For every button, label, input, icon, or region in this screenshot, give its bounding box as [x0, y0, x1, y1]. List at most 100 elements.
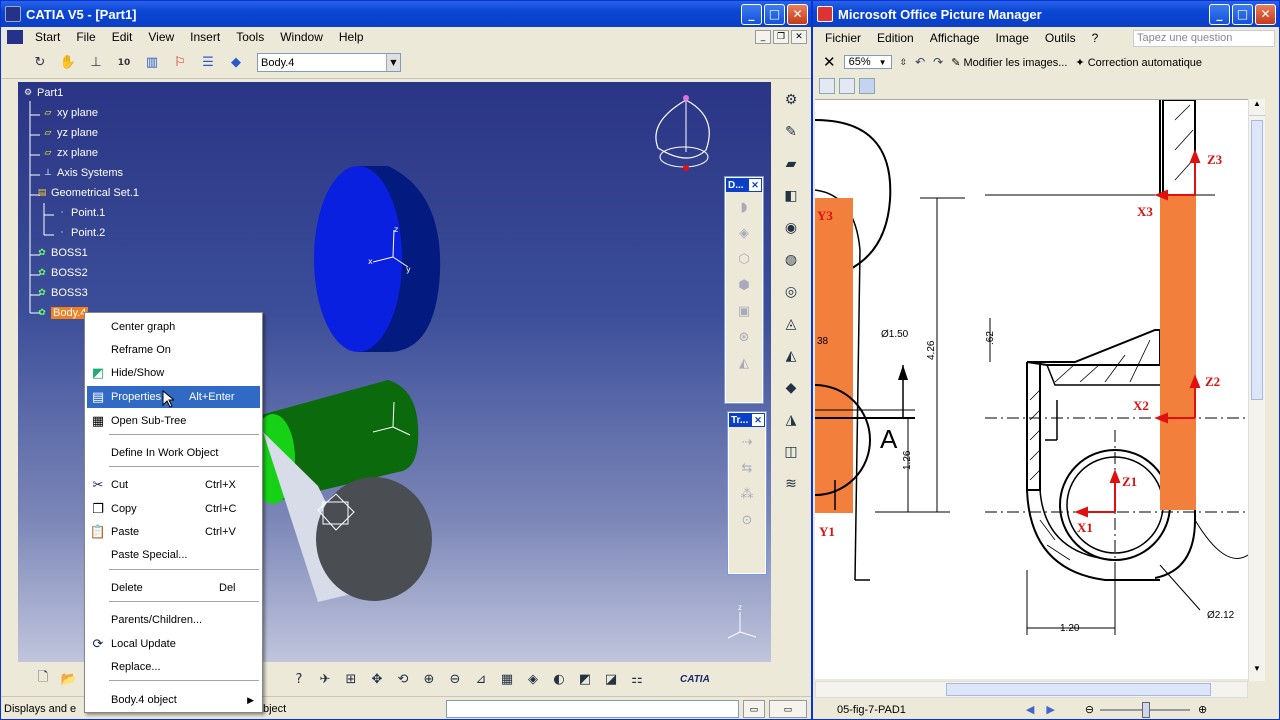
hide-show-icon[interactable]: ◩: [574, 668, 596, 690]
scroll-thumb[interactable]: [1251, 120, 1263, 400]
tree-node-yz-plane[interactable]: ▱ yz plane: [42, 127, 98, 139]
close-button[interactable]: ✕: [1255, 3, 1276, 25]
tree-node-point2[interactable]: · Point.2: [56, 227, 106, 239]
single-view-icon[interactable]: [859, 78, 875, 94]
menu-affichage[interactable]: Affichage: [930, 31, 980, 45]
rotate-right-icon[interactable]: ↷: [933, 55, 943, 69]
hole-icon[interactable]: ◎: [779, 280, 803, 304]
normal-view-icon[interactable]: ⊿: [470, 668, 492, 690]
settings-icon[interactable]: ⚙: [779, 88, 803, 112]
menu-fichier[interactable]: Fichier: [825, 31, 861, 45]
doc-restore-button[interactable]: ❐: [773, 30, 789, 44]
menu-item-define-in-work-object[interactable]: Define In Work Object: [87, 442, 260, 464]
menu-item-local-update[interactable]: ⟳ Local Update: [87, 633, 260, 655]
shell-icon[interactable]: ⬢: [733, 274, 755, 296]
thread-icon[interactable]: ⊛: [733, 326, 755, 348]
zoom-in-icon[interactable]: ⊕: [1198, 703, 1207, 716]
new-icon[interactable]: 🗋: [32, 668, 54, 690]
next-image-icon[interactable]: ▶: [1046, 703, 1054, 716]
zoom-select[interactable]: 65% ▼: [843, 55, 892, 69]
solid-combine-icon[interactable]: ◆: [779, 376, 803, 400]
thumbnail-view-icon[interactable]: [819, 78, 835, 94]
menu-edit[interactable]: Edit: [104, 30, 141, 44]
tree-node-body4[interactable]: ✿ Body.4: [36, 307, 89, 319]
dress-up-panel-header[interactable]: D... ✕: [726, 178, 762, 192]
swap-space-icon[interactable]: ◪: [600, 668, 622, 690]
zoom-slider[interactable]: [1100, 701, 1191, 718]
command-button-2[interactable]: ▭: [769, 700, 807, 718]
tree-node-boss1[interactable]: ✿ BOSS1: [36, 247, 87, 259]
menu-item-delete[interactable]: Delete Del: [87, 577, 260, 599]
menu-view[interactable]: View: [140, 30, 182, 44]
multi-section-icon[interactable]: ◫: [779, 440, 803, 464]
groove-icon[interactable]: ◍: [779, 248, 803, 272]
scan-icon[interactable]: ⚐: [169, 52, 191, 74]
scroll-thumb-h[interactable]: [946, 683, 1211, 696]
menu-item-replace[interactable]: Replace...: [87, 656, 260, 678]
menu-item-cut[interactable]: ✂ Cut Ctrl+X: [87, 474, 260, 496]
fit-all-icon[interactable]: ⊞: [340, 668, 362, 690]
rotate-left-icon[interactable]: ↶: [915, 55, 925, 69]
menu-outils[interactable]: Outils: [1045, 31, 1076, 45]
maximize-button[interactable]: □: [764, 3, 785, 25]
horizontal-scrollbar[interactable]: [815, 681, 1248, 698]
auto-correct-button[interactable]: ✦ Correction automatique: [1075, 56, 1202, 69]
chevron-down-icon[interactable]: ▼: [386, 54, 400, 71]
menu-item-center-graph[interactable]: Center graph: [87, 316, 260, 338]
previous-image-icon[interactable]: ◀: [1026, 703, 1034, 716]
doc-close-button[interactable]: ✕: [791, 30, 807, 44]
tree-node-boss2[interactable]: ✿ BOSS2: [36, 267, 87, 279]
tree-node-boss3[interactable]: ✿ BOSS3: [36, 287, 87, 299]
tree-node-xy-plane[interactable]: ▱ xy plane: [42, 107, 98, 119]
thickness-icon[interactable]: ▣: [733, 300, 755, 322]
decimal-icon[interactable]: 10: [113, 52, 135, 74]
pad-icon[interactable]: ▰: [779, 152, 803, 176]
tree-node-point1[interactable]: · Point.1: [56, 207, 106, 219]
translation-icon[interactable]: ⇢: [736, 431, 758, 453]
menu-item-parents-children[interactable]: Parents/Children...: [87, 609, 260, 631]
mirror-icon[interactable]: ⇆: [736, 457, 758, 479]
vertical-scrollbar[interactable]: ▲ ▼: [1248, 99, 1265, 681]
hand-icon[interactable]: ✋: [57, 52, 79, 74]
close-button[interactable]: ✕: [787, 3, 808, 25]
maximize-button[interactable]: □: [1232, 3, 1253, 25]
menu-insert[interactable]: Insert: [182, 30, 228, 44]
menu-edition[interactable]: Edition: [877, 31, 914, 45]
tree-node-zx-plane[interactable]: ▱ zx plane: [42, 147, 98, 159]
zoom-out-icon[interactable]: ⊖: [1085, 703, 1094, 716]
menu-item-open-sub-tree[interactable]: ▦ Open Sub-Tree: [87, 410, 260, 432]
zoom-out-icon[interactable]: ⊖: [444, 668, 466, 690]
close-icon[interactable]: ✕: [749, 179, 761, 191]
pocket-icon[interactable]: ◧: [779, 184, 803, 208]
compass-widget[interactable]: [655, 95, 710, 171]
doc-minimize-button[interactable]: _: [755, 30, 771, 44]
sketcher-icon[interactable]: ✎: [779, 120, 803, 144]
scaling-icon[interactable]: ⊙: [736, 509, 758, 531]
chamfer-icon[interactable]: ◈: [733, 222, 755, 244]
current-body-select[interactable]: Body.4 ▼: [257, 53, 401, 72]
menu-item-reframe-on[interactable]: Reframe On: [87, 339, 260, 361]
update-all-icon[interactable]: ↻: [29, 52, 51, 74]
fillet-icon[interactable]: ◗: [733, 196, 755, 218]
shaft-icon[interactable]: ◉: [779, 216, 803, 240]
boss1-cylinder[interactable]: z y x: [314, 166, 441, 352]
rib-icon[interactable]: ◬: [779, 312, 803, 336]
rotate-icon[interactable]: ⟲: [392, 668, 414, 690]
menu-help[interactable]: ?: [1092, 31, 1099, 45]
insert-body-icon[interactable]: ☰: [197, 52, 219, 74]
tree-node-geometrical-set[interactable]: ▤ Geometrical Set.1: [36, 187, 139, 199]
fly-mode-icon[interactable]: ✈: [314, 668, 336, 690]
menu-item-copy[interactable]: ❐ Copy Ctrl+C: [87, 498, 260, 520]
scroll-up-icon[interactable]: ▲: [1249, 99, 1265, 116]
command-input[interactable]: [446, 700, 739, 718]
menu-window[interactable]: Window: [272, 30, 331, 44]
stiffener-icon[interactable]: ◮: [779, 408, 803, 432]
minimize-button[interactable]: _: [1209, 3, 1230, 25]
pan-icon[interactable]: ✥: [366, 668, 388, 690]
document-icon[interactable]: [7, 30, 23, 44]
iso-view-icon[interactable]: ◈: [522, 668, 544, 690]
draft-icon[interactable]: ⬡: [733, 248, 755, 270]
tree-node-axis-systems[interactable]: ⊥ Axis Systems: [42, 167, 123, 179]
command-button[interactable]: ▭: [743, 700, 765, 718]
minimize-button[interactable]: _: [741, 3, 762, 25]
